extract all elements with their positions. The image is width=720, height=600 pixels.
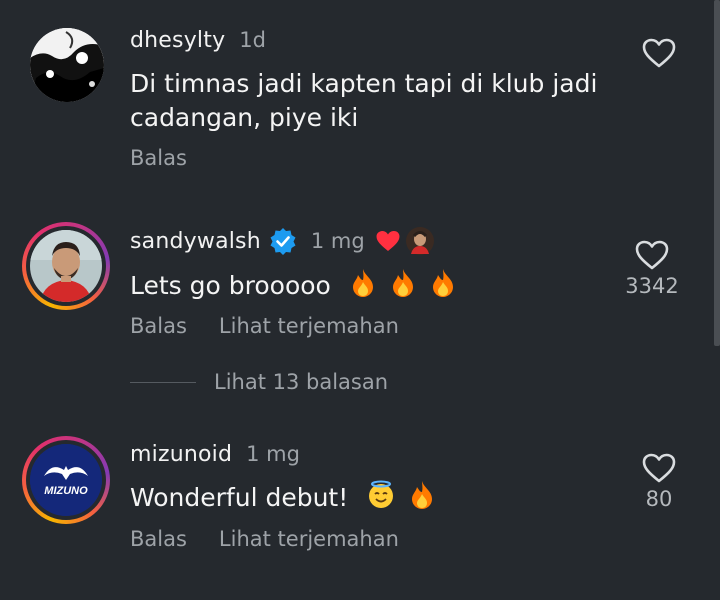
comment-text: Wonderful debut! <box>130 483 349 512</box>
mizuno-logo-text: MIZUNO <box>44 485 88 497</box>
reply-button[interactable]: Balas <box>130 527 187 551</box>
avatar-with-story-ring[interactable] <box>22 222 110 310</box>
like-count: 80 <box>645 487 673 511</box>
comment-text: Lets go brooooo <box>130 271 331 300</box>
creator-liked-heart-icon <box>376 231 400 251</box>
smiling-face-with-halo-emoji-icon <box>366 480 396 519</box>
comment-text-row: Lets go brooooo <box>130 268 610 307</box>
comment-text: Di timnas jadi kapten tapi di klub jadi … <box>130 69 598 132</box>
creator-avatar-icon <box>405 227 434 255</box>
comment-text-row: Wonderful debut! <box>130 480 610 519</box>
comments-page: dhesylty 1d Di timnas jadi kapten tapi d… <box>0 0 720 600</box>
fire-emoji-icon <box>408 480 436 519</box>
translate-button[interactable]: Lihat terjemahan <box>219 314 399 338</box>
comment-username[interactable]: dhesylty <box>130 28 225 53</box>
view-replies-label: Lihat 13 balasan <box>214 370 389 394</box>
comment-time: 1 mg <box>246 442 300 466</box>
fire-emoji-icon <box>389 268 417 307</box>
reply-button[interactable]: Balas <box>130 314 187 338</box>
reply-button[interactable]: Balas <box>130 146 187 170</box>
like-button[interactable] <box>624 38 694 68</box>
mizuno-logo: MIZUNO <box>30 444 102 516</box>
comment-time: 1d <box>239 28 266 52</box>
scrollbar[interactable] <box>714 0 720 346</box>
comment-username[interactable]: sandywalsh <box>130 229 261 254</box>
heart-outline-icon <box>642 453 676 483</box>
avatar-image <box>30 230 102 302</box>
fire-emoji-icon <box>429 268 457 307</box>
comment-time: 1 mg <box>310 229 365 253</box>
like-button[interactable]: 80 <box>624 453 694 511</box>
heart-outline-icon <box>642 38 676 68</box>
avatar-image <box>30 28 104 102</box>
view-replies-button[interactable]: Lihat 13 balasan <box>130 370 388 394</box>
story-ring: MIZUNO <box>22 436 110 524</box>
heart-outline-icon <box>635 240 669 270</box>
divider <box>130 381 196 383</box>
translate-button[interactable]: Lihat terjemahan <box>219 527 399 551</box>
fire-emoji-icon <box>349 268 377 307</box>
avatar-with-story-ring[interactable]: MIZUNO <box>22 436 110 524</box>
story-ring <box>22 222 110 310</box>
avatar[interactable] <box>30 28 104 102</box>
like-button[interactable]: 3342 <box>617 240 687 298</box>
comment-username[interactable]: mizunoid <box>130 442 232 467</box>
verified-badge-icon <box>270 228 296 255</box>
like-count: 3342 <box>625 274 679 298</box>
